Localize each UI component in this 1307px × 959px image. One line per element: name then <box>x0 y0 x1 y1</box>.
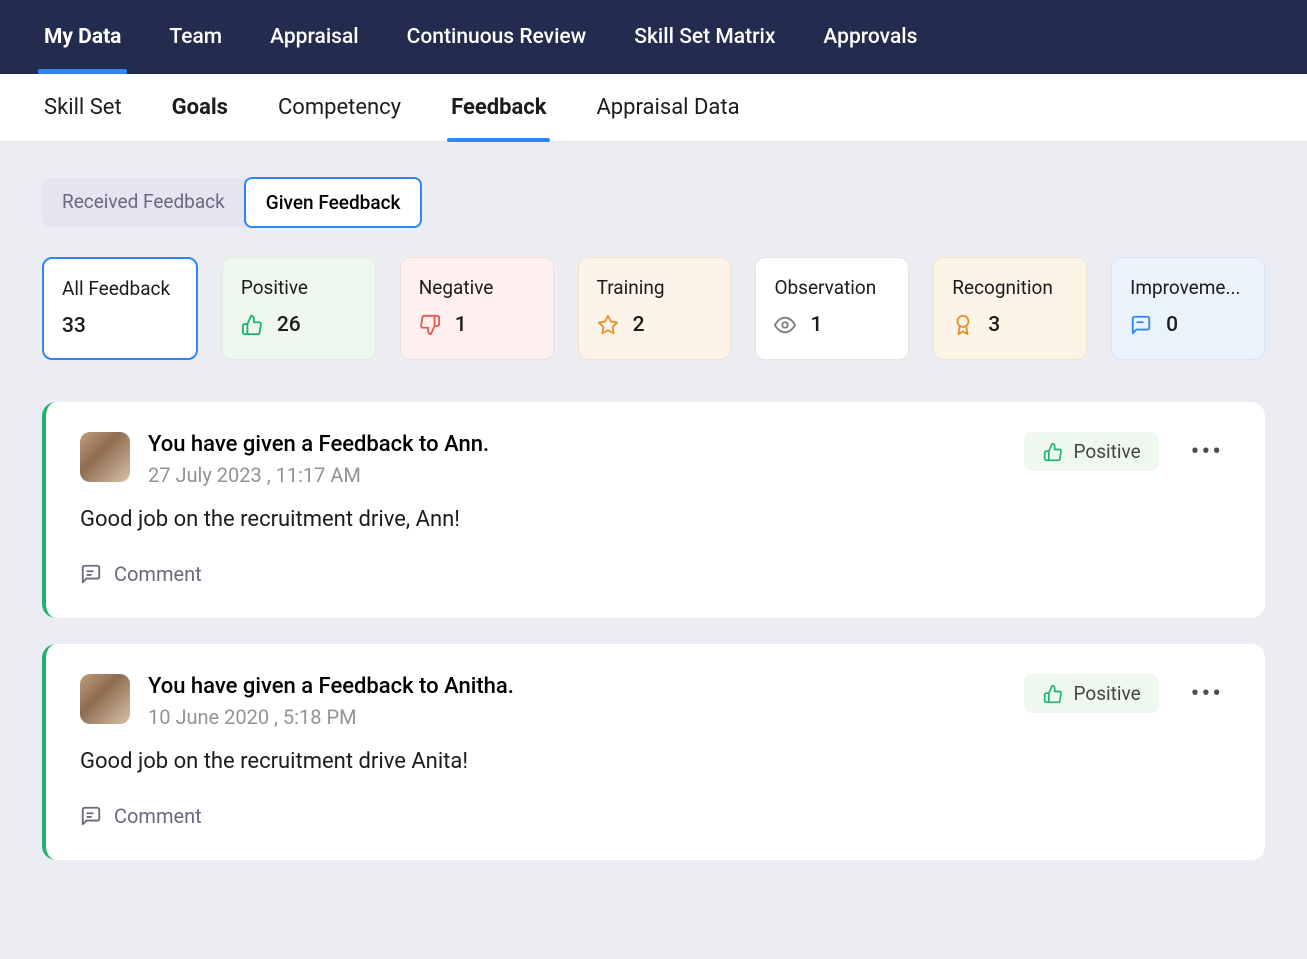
feedback-body: Good job on the recruitment drive, Ann! <box>80 507 1231 532</box>
toggle-given-feedback[interactable]: Given Feedback <box>244 177 423 228</box>
stat-label: Training <box>597 276 713 299</box>
comment-button[interactable]: Comment <box>80 804 202 828</box>
feedback-card: You have given a Feedback to Ann. 27 Jul… <box>42 402 1265 618</box>
more-button[interactable]: ••• <box>1183 439 1231 465</box>
top-nav-item-skill-set-matrix[interactable]: Skill Set Matrix <box>634 0 775 74</box>
stat-count: 2 <box>633 313 645 337</box>
top-nav-item-appraisal[interactable]: Appraisal <box>270 0 359 74</box>
stat-label: Negative <box>419 276 535 299</box>
stat-card-negative[interactable]: Negative 1 <box>400 257 554 360</box>
badge-label: Positive <box>1074 440 1141 463</box>
thumbs-down-icon <box>419 314 441 336</box>
top-nav-item-my-data[interactable]: My Data <box>44 0 121 74</box>
stat-label: Positive <box>241 276 357 299</box>
eye-icon <box>774 314 796 336</box>
stat-label: Improveme... <box>1130 276 1246 299</box>
stat-card-improvement[interactable]: Improveme... 0 <box>1111 257 1265 360</box>
feedback-title: You have given a Feedback to Anitha. <box>148 674 1006 699</box>
stat-count: 0 <box>1166 313 1178 337</box>
stat-label: Observation <box>774 276 890 299</box>
avatar <box>80 674 130 724</box>
comment-icon <box>80 563 102 585</box>
feedback-date: 27 July 2023 , 11:17 AM <box>148 463 1006 487</box>
comment-label: Comment <box>114 804 202 828</box>
top-nav-item-continuous-review[interactable]: Continuous Review <box>407 0 587 74</box>
stats-row: All Feedback 33 Positive 26 Negative 1 <box>42 257 1265 360</box>
thumbs-up-icon <box>1042 441 1064 463</box>
stat-card-recognition[interactable]: Recognition 3 <box>933 257 1087 360</box>
top-nav: My Data Team Appraisal Continuous Review… <box>0 0 1307 74</box>
more-button[interactable]: ••• <box>1183 681 1231 707</box>
thumbs-up-icon <box>241 314 263 336</box>
sub-nav-item-skill-set[interactable]: Skill Set <box>44 74 122 142</box>
toggle-received-feedback[interactable]: Received Feedback <box>42 178 245 227</box>
top-nav-item-team[interactable]: Team <box>169 0 222 74</box>
badge-positive: Positive <box>1024 674 1159 713</box>
thumbs-up-icon <box>1042 683 1064 705</box>
stat-count: 3 <box>988 313 1000 337</box>
feedback-date: 10 June 2020 , 5:18 PM <box>148 705 1006 729</box>
stat-label: Recognition <box>952 276 1068 299</box>
sub-nav: Skill Set Goals Competency Feedback Appr… <box>0 74 1307 142</box>
top-nav-item-approvals[interactable]: Approvals <box>823 0 917 74</box>
stat-label: All Feedback <box>62 277 178 300</box>
stat-card-observation[interactable]: Observation 1 <box>755 257 909 360</box>
badge-positive: Positive <box>1024 432 1159 471</box>
stat-count: 26 <box>277 313 301 337</box>
comment-button[interactable]: Comment <box>80 562 202 586</box>
award-icon <box>952 314 974 336</box>
feedback-title: You have given a Feedback to Ann. <box>148 432 1006 457</box>
stat-card-positive[interactable]: Positive 26 <box>222 257 376 360</box>
avatar <box>80 432 130 482</box>
feedback-body: Good job on the recruitment drive Anita! <box>80 749 1231 774</box>
content-area: Received Feedback Given Feedback All Fee… <box>0 142 1307 860</box>
comment-label: Comment <box>114 562 202 586</box>
feedback-card: You have given a Feedback to Anitha. 10 … <box>42 644 1265 860</box>
stat-count: 1 <box>810 313 822 337</box>
comment-icon <box>80 805 102 827</box>
feedback-toggle-group: Received Feedback Given Feedback <box>42 178 421 227</box>
stat-count: 33 <box>62 314 86 338</box>
sub-nav-item-feedback[interactable]: Feedback <box>451 74 546 142</box>
sub-nav-item-competency[interactable]: Competency <box>278 74 401 142</box>
stat-card-training[interactable]: Training 2 <box>578 257 732 360</box>
badge-label: Positive <box>1074 682 1141 705</box>
stat-card-all-feedback[interactable]: All Feedback 33 <box>42 257 198 360</box>
sub-nav-item-appraisal-data[interactable]: Appraisal Data <box>596 74 739 142</box>
sub-nav-item-goals[interactable]: Goals <box>172 74 228 142</box>
chat-icon <box>1130 314 1152 336</box>
star-icon <box>597 314 619 336</box>
stat-count: 1 <box>455 313 467 337</box>
